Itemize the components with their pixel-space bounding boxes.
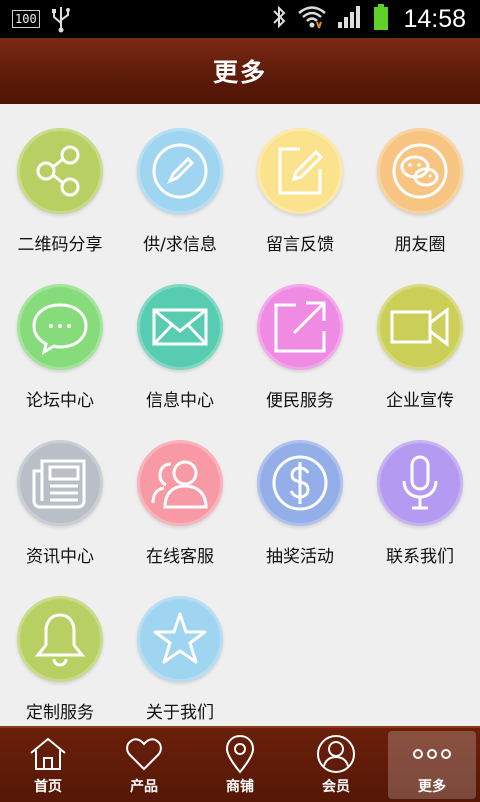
grid-item-label: 企业宣传 xyxy=(386,391,454,411)
grid-item-custom-service[interactable]: 定制服务 xyxy=(0,572,120,728)
more-dots-icon xyxy=(413,749,451,759)
tab-label: 商铺 xyxy=(226,779,254,795)
pencil-icon xyxy=(137,128,223,214)
share-icon xyxy=(17,128,103,214)
status-bar: 100 14:58 xyxy=(0,0,480,38)
tab-member[interactable]: 会员 xyxy=(288,728,384,802)
grid-item-label: 抽奖活动 xyxy=(266,547,334,567)
signal-icon xyxy=(337,4,363,34)
grid-item-label: 资讯中心 xyxy=(26,547,94,567)
microphone-icon xyxy=(377,440,463,526)
grid-item-qrcode-share[interactable]: 二维码分享 xyxy=(0,104,120,260)
grid-item-label: 二维码分享 xyxy=(17,235,103,255)
edit-note-icon xyxy=(257,128,343,214)
more-grid: 二维码分享 供/求信息 留言反馈 朋友圈 论坛中心 信息中心 便民服务 企业宣传… xyxy=(0,104,480,726)
video-camera-icon xyxy=(377,284,463,370)
wechat-icon xyxy=(377,128,463,214)
grid-item-contact-us[interactable]: 联系我们 xyxy=(360,416,480,572)
battery-percent-text: 100 xyxy=(12,10,40,28)
tab-label: 会员 xyxy=(322,779,350,795)
battery-icon xyxy=(373,3,389,35)
grid-item-label: 关于我们 xyxy=(146,703,214,723)
dollar-coin-icon xyxy=(257,440,343,526)
battery-percent-indicator: 100 xyxy=(12,0,40,38)
grid-item-label: 便民服务 xyxy=(266,391,334,411)
tab-shops[interactable]: 商铺 xyxy=(192,728,288,802)
tab-label: 首页 xyxy=(34,779,62,795)
chat-bubble-icon xyxy=(17,284,103,370)
grid-item-moments[interactable]: 朋友圈 xyxy=(360,104,480,260)
grid-item-convenience[interactable]: 便民服务 xyxy=(240,260,360,416)
tab-home[interactable]: 首页 xyxy=(0,728,96,802)
envelope-icon xyxy=(137,284,223,370)
tab-products[interactable]: 产品 xyxy=(96,728,192,802)
users-icon xyxy=(137,440,223,526)
tab-label: 更多 xyxy=(418,779,446,795)
grid-item-customer-service[interactable]: 在线客服 xyxy=(120,416,240,572)
grid-item-supply-demand[interactable]: 供/求信息 xyxy=(120,104,240,260)
page-title: 更多 xyxy=(212,58,267,87)
grid-item-feedback[interactable]: 留言反馈 xyxy=(240,104,360,260)
grid-item-messages[interactable]: 信息中心 xyxy=(120,260,240,416)
grid-item-news[interactable]: 资讯中心 xyxy=(0,416,120,572)
grid-item-label: 论坛中心 xyxy=(26,391,94,411)
grid-item-lottery[interactable]: 抽奖活动 xyxy=(240,416,360,572)
bottom-tab-bar: 首页 产品 商铺 会员 更多 xyxy=(0,726,480,802)
grid-item-label: 供/求信息 xyxy=(143,235,217,255)
star-icon xyxy=(137,596,223,682)
grid-item-label: 朋友圈 xyxy=(394,235,446,255)
wifi-icon xyxy=(297,4,327,34)
title-bar: 更多 xyxy=(0,38,480,104)
grid-item-label: 联系我们 xyxy=(386,547,454,567)
tab-more[interactable]: 更多 xyxy=(384,728,480,802)
user-icon xyxy=(317,735,355,773)
grid-item-about-us[interactable]: 关于我们 xyxy=(120,572,240,728)
grid-item-forum[interactable]: 论坛中心 xyxy=(0,260,120,416)
tab-label: 产品 xyxy=(130,779,158,795)
grid-item-label: 留言反馈 xyxy=(266,235,334,255)
usb-icon xyxy=(50,0,72,38)
grid-item-label: 定制服务 xyxy=(26,703,94,723)
status-right-group: 14:58 xyxy=(271,0,466,38)
grid-item-label: 在线客服 xyxy=(146,547,214,567)
newspaper-icon xyxy=(17,440,103,526)
bell-icon xyxy=(17,596,103,682)
map-pin-icon xyxy=(225,734,255,774)
heart-icon xyxy=(126,738,162,771)
external-link-icon xyxy=(257,284,343,370)
grid-item-label: 信息中心 xyxy=(146,391,214,411)
grid-item-promo[interactable]: 企业宣传 xyxy=(360,260,480,416)
bluetooth-icon xyxy=(271,4,287,34)
clock-time: 14:58 xyxy=(403,4,466,33)
home-icon xyxy=(30,737,66,770)
